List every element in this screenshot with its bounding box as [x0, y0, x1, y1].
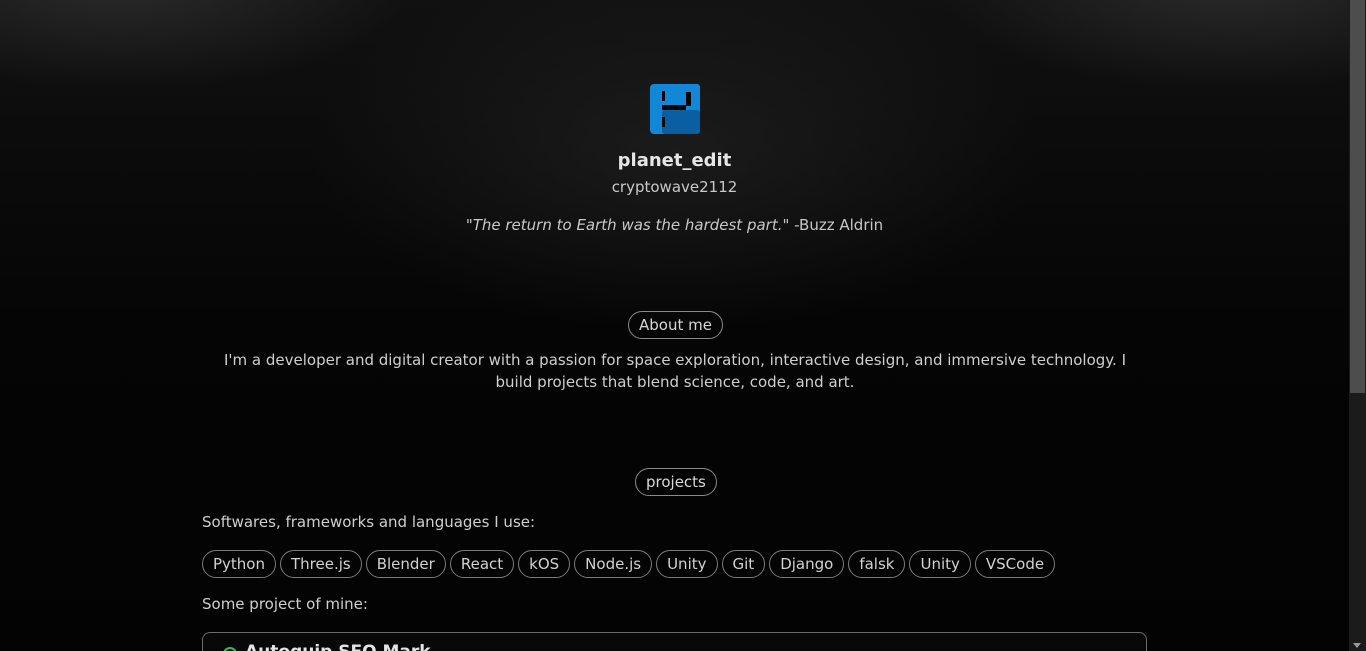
quote-author: -Buzz Aldrin: [794, 216, 884, 234]
tag-unity[interactable]: Unity: [656, 550, 718, 578]
profile-name: planet_edit: [617, 150, 732, 171]
tools-tag-list: Python Three.js Blender React kOS Node.j…: [202, 550, 1056, 578]
quote-text: "The return to Earth was the hardest par…: [465, 216, 790, 234]
tag-react[interactable]: React: [449, 550, 515, 578]
profile-handle: cryptowave2112: [611, 178, 738, 196]
status-dot-icon: [223, 647, 237, 651]
tag-kos[interactable]: kOS: [518, 550, 571, 578]
scroll-down-arrow-icon[interactable]: [1353, 643, 1361, 648]
about-text: I'm a developer and digital creator with…: [223, 351, 1126, 391]
tag-nodejs[interactable]: Node.js: [574, 550, 653, 578]
tag-django[interactable]: Django: [769, 550, 845, 578]
scrollbar-thumb[interactable]: [1350, 0, 1365, 393]
profile-quote: "The return to Earth was the hardest par…: [0, 216, 1349, 234]
tag-python[interactable]: Python: [202, 550, 276, 578]
site-logo-icon: [650, 84, 700, 134]
projects-list-heading: Some project of mine:: [202, 595, 368, 613]
tools-heading: Softwares, frameworks and languages I us…: [202, 513, 536, 531]
page: planet_edit cryptowave2112 "The return t…: [0, 0, 1349, 651]
tag-falsk[interactable]: falsk: [848, 550, 906, 578]
tag-threejs[interactable]: Three.js: [280, 550, 362, 578]
tag-blender[interactable]: Blender: [365, 550, 446, 578]
tag-git[interactable]: Git: [721, 550, 766, 578]
tag-vscode[interactable]: VSCode: [974, 550, 1056, 578]
page-scrollbar[interactable]: [1349, 0, 1366, 651]
projects-button[interactable]: projects: [635, 468, 717, 496]
project-title: Autoquip SEO Mark: [245, 642, 431, 651]
project-card[interactable]: Autoquip SEO Mark: [202, 632, 1147, 651]
about-me-button[interactable]: About me: [628, 311, 723, 339]
tag-unity-2[interactable]: Unity: [909, 550, 971, 578]
